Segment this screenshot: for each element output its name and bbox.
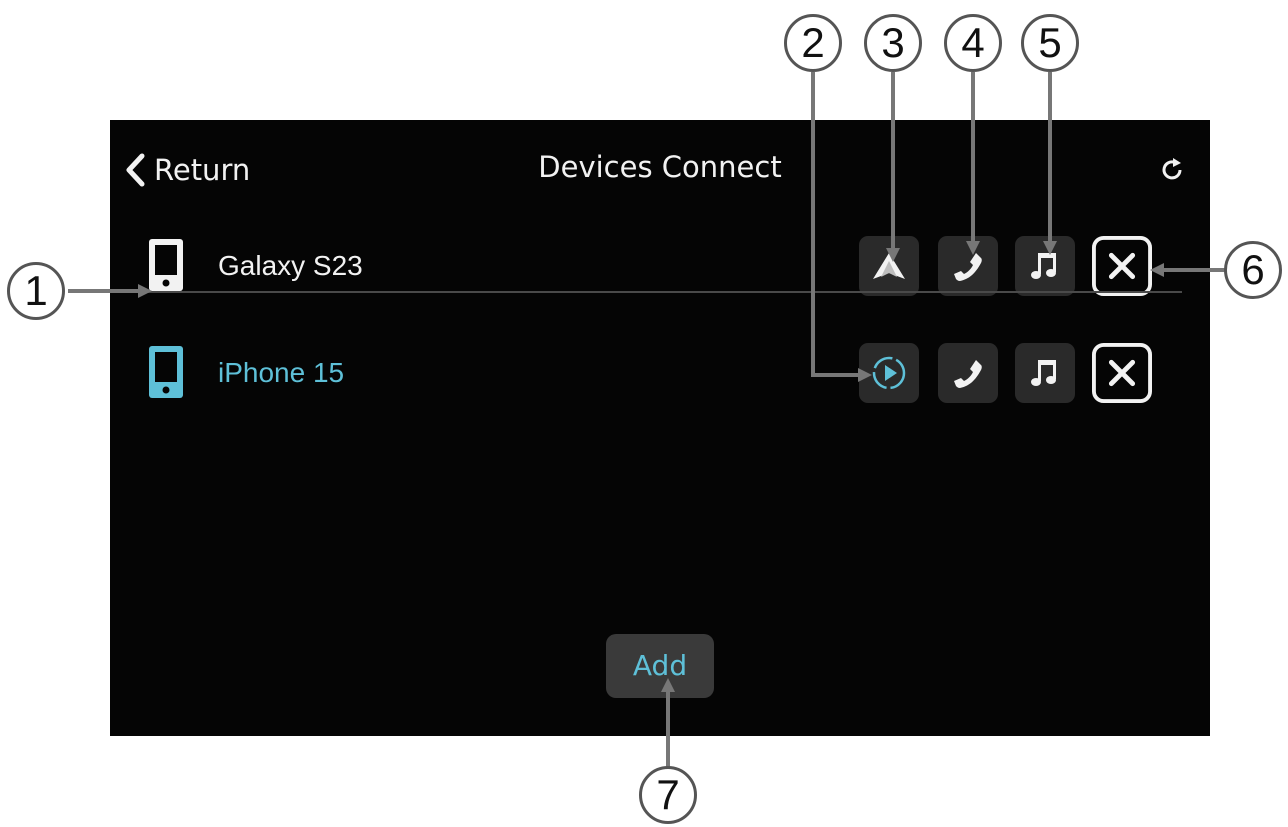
add-device-button[interactable]: Add (606, 634, 714, 698)
disconnect-button[interactable] (1092, 236, 1152, 296)
phone-call-icon (954, 360, 982, 388)
phone-call-button[interactable] (938, 236, 998, 296)
refresh-button[interactable] (1156, 154, 1188, 186)
callout-3: 3 (864, 14, 922, 72)
music-button[interactable] (1015, 343, 1075, 403)
device-name: Galaxy S23 (218, 250, 363, 281)
music-button[interactable] (1015, 236, 1075, 296)
disconnect-button[interactable] (1092, 343, 1152, 403)
carplay-button[interactable] (859, 343, 919, 403)
android-auto-button[interactable] (859, 236, 919, 296)
phone-icon (149, 346, 183, 398)
row-divider (140, 291, 1182, 293)
close-x-icon (1092, 343, 1152, 403)
return-label: Return (154, 153, 251, 187)
device-row-galaxy[interactable]: Galaxy S23 (110, 218, 1210, 318)
callout-6: 6 (1224, 241, 1282, 299)
callout-4: 4 (944, 14, 1002, 72)
phone-icon (149, 239, 183, 291)
callout-2: 2 (784, 14, 842, 72)
refresh-icon (1162, 158, 1182, 180)
android-auto-icon (873, 253, 905, 279)
devices-connect-screen: Return Devices Connect Galaxy S23 iPhone… (110, 120, 1210, 736)
chevron-left-icon (126, 153, 145, 187)
close-x-icon (1092, 236, 1152, 296)
callout-1: 1 (7, 262, 65, 320)
device-name: iPhone 15 (218, 357, 345, 388)
return-button[interactable]: Return (124, 148, 250, 192)
callout-5: 5 (1021, 14, 1079, 72)
page-title: Devices Connect (538, 150, 782, 184)
music-note-icon (1031, 360, 1056, 386)
callout-7: 7 (639, 766, 697, 824)
phone-call-button[interactable] (938, 343, 998, 403)
phone-call-icon (954, 253, 982, 281)
music-note-icon (1031, 253, 1056, 279)
carplay-icon (872, 356, 906, 390)
device-row-iphone[interactable]: iPhone 15 (110, 325, 1210, 425)
